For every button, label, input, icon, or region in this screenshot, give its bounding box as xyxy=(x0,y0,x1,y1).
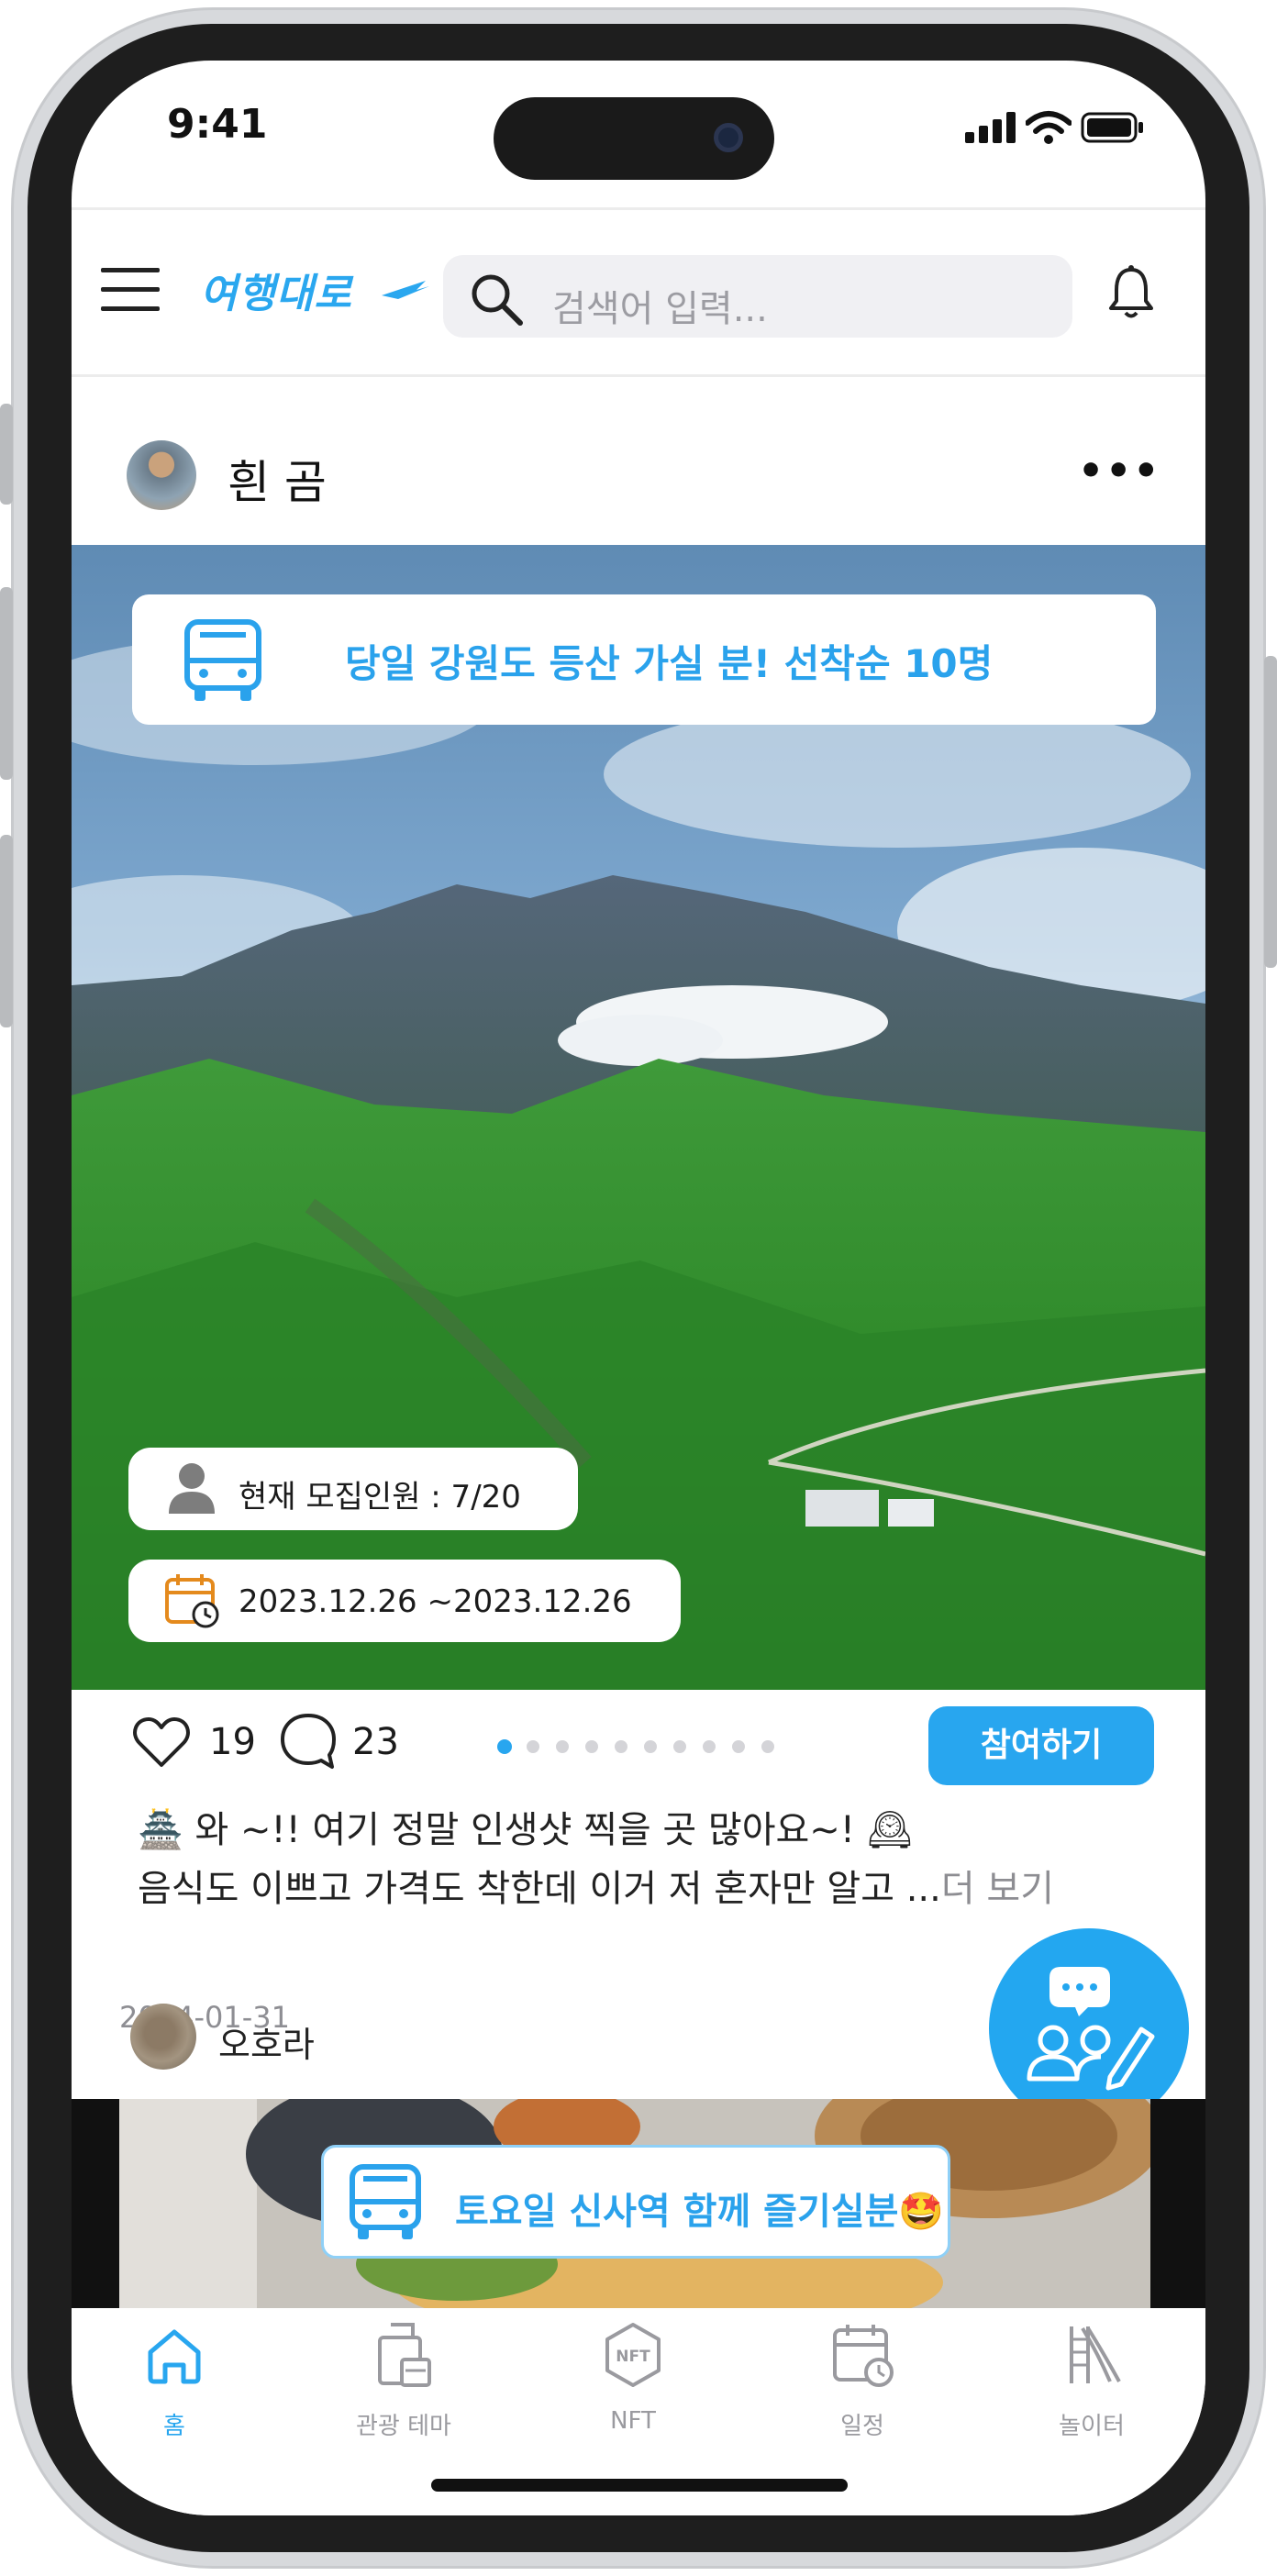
comment-count: 23 xyxy=(352,1721,399,1763)
app-logo[interactable]: 여행대로 xyxy=(200,261,352,319)
search-input[interactable]: 검색어 입력... xyxy=(552,279,768,332)
tab-label: NFT xyxy=(610,2407,656,2435)
camera-icon xyxy=(714,123,743,152)
tab-label: 일정 xyxy=(840,2413,884,2440)
luggage-icon xyxy=(378,2323,431,2387)
header-top-divider xyxy=(72,207,1205,210)
tab-home[interactable]: 홈 xyxy=(101,2326,248,2446)
more-options-icon[interactable]: ••• xyxy=(1078,448,1160,494)
like-count: 19 xyxy=(209,1721,256,1763)
volume-up-button xyxy=(0,587,13,780)
bell-icon[interactable] xyxy=(1108,264,1154,321)
carousel-dot[interactable] xyxy=(497,1739,512,1754)
battery-icon xyxy=(1081,112,1143,143)
caption-line-1: 🏯 와 ~!! 여기 정말 인생샷 찍을 곳 많아요~! 🕰 xyxy=(138,1809,914,1851)
person-icon xyxy=(169,1463,215,1514)
calendar-icon xyxy=(833,2325,894,2387)
svg-text:NFT: NFT xyxy=(616,2348,650,2366)
tab-playground[interactable]: 놀이터 xyxy=(1018,2321,1165,2446)
trip-title: 토요일 신사역 함께 즐기실분🤩 xyxy=(455,2191,945,2233)
calendar-clock-icon xyxy=(165,1574,219,1628)
nft-icon: NFT xyxy=(605,2323,661,2387)
tab-schedule[interactable]: 일정 xyxy=(789,2321,936,2446)
home-indicator[interactable] xyxy=(431,2479,848,2492)
carousel-dot[interactable] xyxy=(703,1740,716,1753)
avatar[interactable] xyxy=(127,440,196,510)
signal-icon xyxy=(965,112,1016,143)
members-count: 현재 모집인원 : 7/20 xyxy=(239,1479,521,1516)
bus-icon xyxy=(350,2164,421,2239)
carousel-dot[interactable] xyxy=(615,1740,627,1753)
group-chat-edit-icon xyxy=(1027,1967,1155,2091)
tab-label: 놀이터 xyxy=(1059,2413,1125,2440)
comment-icon[interactable] xyxy=(279,1712,338,1771)
phone-screen: 9:41 여행대로 검색어 입력... 흰 곰 ••• 당일 강원도 등산 가실… xyxy=(72,61,1205,2515)
carousel-dot[interactable] xyxy=(673,1740,686,1753)
carousel-dot[interactable] xyxy=(644,1740,657,1753)
carousel-dot[interactable] xyxy=(585,1740,598,1753)
heart-icon[interactable] xyxy=(132,1715,191,1769)
more-link[interactable]: 더 보기 xyxy=(941,1868,1054,1910)
carousel-indicator[interactable] xyxy=(497,1739,791,1754)
post-username[interactable]: 오호라 xyxy=(218,2016,315,2067)
carousel-dot[interactable] xyxy=(732,1740,745,1753)
home-icon xyxy=(148,2329,201,2384)
tab-tour-theme[interactable]: 관광 테마 xyxy=(330,2321,477,2446)
wifi-icon xyxy=(1026,111,1072,144)
carousel-dot[interactable] xyxy=(761,1740,774,1753)
tab-label: 관광 테마 xyxy=(356,2413,451,2440)
carousel-dot[interactable] xyxy=(527,1740,539,1753)
search-icon[interactable] xyxy=(469,272,524,327)
power-button xyxy=(1264,656,1277,968)
bus-icon xyxy=(184,619,261,701)
carousel-dot[interactable] xyxy=(556,1740,569,1753)
avatar[interactable] xyxy=(130,2004,196,2070)
status-time: 9:41 xyxy=(167,101,268,148)
slide-icon xyxy=(1070,2326,1121,2383)
tab-nft[interactable]: NFT NFT xyxy=(560,2321,706,2446)
logo-plane-icon xyxy=(382,281,429,299)
post-username[interactable]: 흰 곰 xyxy=(228,446,327,512)
tab-label: 홈 xyxy=(163,2413,185,2440)
header-bottom-divider xyxy=(72,374,1205,377)
menu-icon[interactable] xyxy=(101,266,160,314)
trip-period: 2023.12.26 ~2023.12.26 xyxy=(239,1583,632,1620)
caption-text: 음식도 이쁘고 가격도 착한데 이거 저 혼자만 알고 ... xyxy=(138,1868,941,1910)
mute-switch xyxy=(0,404,13,505)
trip-title: 당일 강원도 등산 가실 분! 선착순 10명 xyxy=(345,641,994,686)
join-button[interactable]: 참여하기 xyxy=(928,1706,1154,1785)
caption-line-2: 음식도 이쁘고 가격도 착한데 이거 저 혼자만 알고 ...더 보기 xyxy=(138,1859,1054,1912)
volume-down-button xyxy=(0,835,13,1027)
